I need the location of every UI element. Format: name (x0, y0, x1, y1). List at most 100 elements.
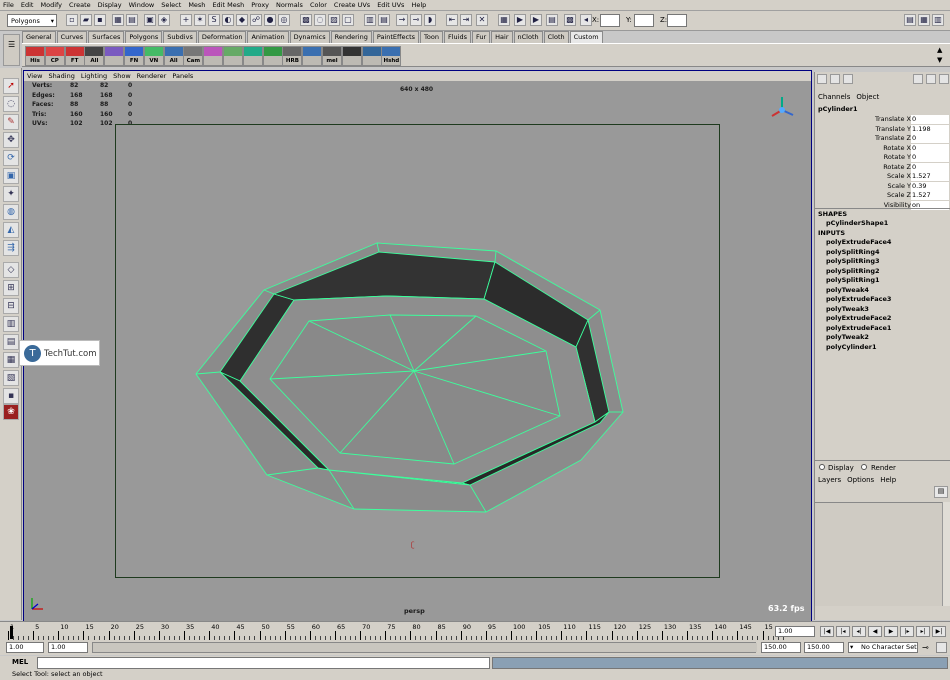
input-node[interactable]: polySplitRing2 (826, 267, 880, 275)
play-forwards-icon[interactable]: ▶ (884, 626, 898, 637)
menu-normals[interactable]: Normals (276, 1, 303, 9)
channel-value-field[interactable]: 0 (911, 162, 949, 172)
character-set-dropdown[interactable]: ▾ No Character Set (848, 642, 918, 653)
select-deformations-icon[interactable]: ◆ (236, 14, 248, 26)
channel-row[interactable]: Scale X 1.527 (815, 172, 950, 182)
shelf-tab-dynamics[interactable]: Dynamics (289, 31, 330, 43)
menu-display[interactable]: Display (98, 1, 122, 9)
select-joints-icon[interactable]: ✶ (194, 14, 206, 26)
channel-value-field[interactable]: 1.527 (911, 172, 949, 181)
layers-menu[interactable]: Layers (818, 476, 841, 484)
input-mode-icon[interactable]: ◂ (580, 14, 592, 26)
shelf-tab-curves[interactable]: Curves (56, 31, 88, 43)
rotate-tool-icon[interactable]: ⟳ (3, 150, 19, 166)
menu-mesh[interactable]: Mesh (188, 1, 205, 9)
channel-value-field[interactable]: 1.527 (911, 191, 949, 200)
panel-menu-lighting[interactable]: Lighting (81, 72, 107, 80)
pick-mask-icon[interactable]: ◈ (158, 14, 170, 26)
mode-dropdown[interactable]: Polygons ▾ (7, 14, 57, 27)
custom-layout-icon[interactable]: ▪ (3, 388, 19, 404)
input-node[interactable]: polySplitRing1 (826, 276, 880, 284)
z-field[interactable] (667, 14, 687, 27)
channels-menu[interactable]: Channels (818, 93, 850, 101)
channel-value-field[interactable]: 0 (911, 143, 949, 153)
perspective-viewport[interactable]: Verts: 82 82 0 Edges: 168 168 0 Faces: 88 88 0 Tris:… (24, 81, 811, 621)
shelf-tab-custom[interactable]: Custom (569, 31, 603, 43)
snap-curve-icon[interactable]: ◌ (314, 14, 326, 26)
view-cube-icon[interactable] (767, 95, 797, 125)
input-node[interactable]: polyExtrudeFace3 (826, 295, 891, 303)
go-to-end-icon[interactable]: ▶| (932, 626, 946, 637)
shelf-button-9[interactable] (203, 46, 224, 66)
current-time-field[interactable]: 1.00 (775, 626, 815, 637)
shelf-tab-fluids[interactable]: Fluids (443, 31, 471, 43)
input-node[interactable]: polyTweak4 (826, 286, 869, 294)
move-tool-icon[interactable]: ✥ (3, 132, 19, 148)
new-scene-icon[interactable]: ▫ (66, 14, 78, 26)
open-scene-icon[interactable]: ▰ (80, 14, 92, 26)
four-view-layout-icon[interactable]: ⊞ (3, 280, 19, 296)
panel-menu-shading[interactable]: Shading (48, 72, 74, 80)
playback-start-field[interactable]: 1.00 (48, 642, 88, 653)
animation-start-field[interactable]: 1.00 (6, 642, 44, 653)
channel-row[interactable]: Rotate Z0 (815, 162, 950, 173)
shelf-button-15[interactable]: mel (322, 46, 342, 66)
channel-value-field[interactable]: 0.39 (911, 181, 949, 191)
menu-select[interactable]: Select (161, 1, 181, 9)
snap-point-icon[interactable]: ▨ (328, 14, 340, 26)
display-radio[interactable] (819, 464, 825, 470)
layer-scrollbar[interactable] (942, 502, 950, 606)
shelf-button-13[interactable]: HRB (282, 46, 303, 66)
step-forward-frame-icon[interactable]: |▸ (900, 626, 914, 637)
shelf-button-18[interactable]: Hshd (381, 46, 402, 66)
input-node[interactable]: polySplitRing4 (826, 248, 880, 256)
step-back-frame-icon[interactable]: ◂| (852, 626, 866, 637)
channel-value-field[interactable]: 0 (911, 115, 949, 124)
render-view-icon[interactable]: ▦ (498, 14, 510, 26)
shelf-tab-polygons[interactable]: Polygons (125, 31, 163, 43)
channel-row[interactable]: Rotate X0 (815, 143, 950, 154)
play-backwards-icon[interactable]: ◀ (868, 626, 882, 637)
select-rendering-icon[interactable]: ● (264, 14, 276, 26)
shelf-tab-painteffects[interactable]: PaintEffects (372, 31, 420, 43)
select-dynamics-icon[interactable]: ☍ (250, 14, 262, 26)
mel-label[interactable]: MEL (12, 658, 28, 666)
input-node[interactable]: polyExtrudeFace1 (826, 324, 891, 332)
shelf-tab-cloth[interactable]: Cloth (543, 31, 569, 43)
shelf-button-8[interactable]: Cam (183, 46, 204, 66)
input-connections-icon[interactable]: ⇤ (446, 14, 458, 26)
select-hierarchy-icon[interactable]: ▦ (112, 14, 124, 26)
hypershade-icon[interactable]: ▩ (564, 14, 576, 26)
output-ops-icon[interactable]: ⊸ (410, 14, 422, 26)
shelf-tab-general[interactable]: General (22, 31, 56, 43)
select-curves-icon[interactable]: S (208, 14, 220, 26)
help-menu[interactable]: Help (880, 476, 896, 484)
menu-file[interactable]: File (3, 1, 14, 9)
menu-help[interactable]: Help (411, 1, 426, 9)
shelf-tab-animation[interactable]: Animation (247, 31, 289, 43)
input-node[interactable]: polySplitRing3 (826, 257, 880, 265)
output-connections-icon[interactable]: ⇥ (460, 14, 472, 26)
shelf-button-5[interactable]: FN (124, 46, 144, 66)
graph-editor-layout-icon[interactable]: ▧ (3, 370, 19, 386)
single-perspective-layout-icon[interactable]: ◇ (3, 262, 19, 278)
step-forward-key-icon[interactable]: ▸| (916, 626, 930, 637)
shelf-button-3[interactable]: All (84, 46, 105, 66)
shelf-tab-rendering[interactable]: Rendering (330, 31, 372, 43)
x-field[interactable] (600, 14, 620, 27)
shelf-scroll-icon[interactable]: ▲ ▼ (937, 45, 947, 65)
select-by-component-icon[interactable]: ▣ (144, 14, 156, 26)
new-layer-icon[interactable]: ▤ (934, 486, 948, 498)
menu-proxy[interactable]: Proxy (251, 1, 269, 9)
input-node[interactable]: polyTweak3 (826, 305, 869, 313)
object-menu[interactable]: Object (856, 93, 879, 101)
render-settings-icon[interactable]: ▤ (546, 14, 558, 26)
persp-graph-layout-icon[interactable]: ⊟ (3, 298, 19, 314)
attribute-editor-icon[interactable] (913, 74, 923, 84)
menu-edit[interactable]: Edit (21, 1, 34, 9)
menu-window[interactable]: Window (129, 1, 155, 9)
channel-row[interactable]: Translate Y 1.198 (815, 124, 950, 135)
current-time-marker[interactable] (10, 626, 13, 639)
playback-end-field[interactable]: 150.00 (761, 642, 801, 653)
channel-value-field[interactable]: 0 (911, 153, 949, 162)
